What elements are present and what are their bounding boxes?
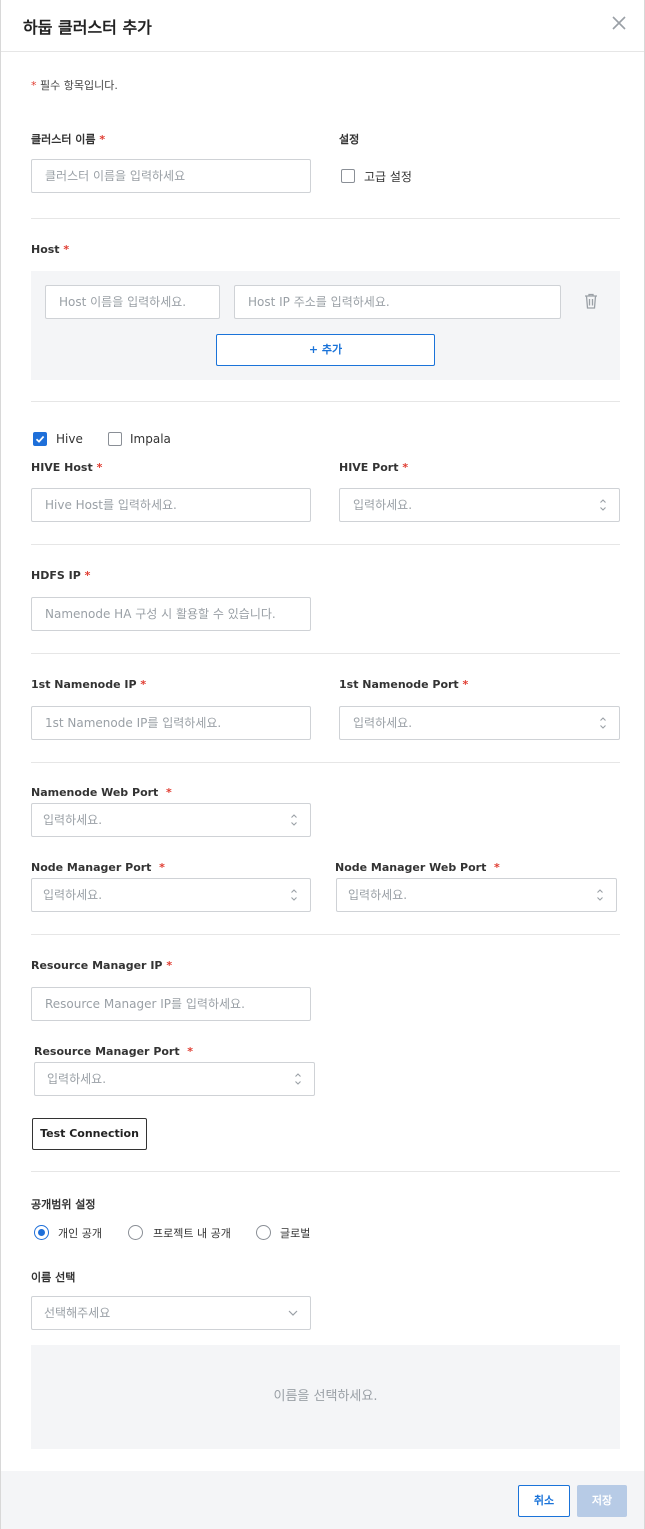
impala-label: Impala [130,432,171,446]
node-manager-web-port-input[interactable]: 입력하세요. [336,878,617,912]
node-manager-port-label: Node Manager Port * [31,861,165,874]
resource-manager-port-input[interactable]: 입력하세요. [34,1062,315,1096]
test-connection-button[interactable]: Test Connection [32,1118,147,1150]
spinner-arrows-icon[interactable] [294,1071,302,1087]
visibility-radio-private[interactable] [34,1225,49,1240]
settings-label: 설정 [339,133,360,146]
name-empty-state: 이름을 선택하세요. [31,1345,620,1449]
namenode-web-port-label: Namenode Web Port * [31,786,172,799]
host-ip-input[interactable]: Host IP 주소를 입력하세요. [234,285,561,319]
save-button[interactable]: 저장 [577,1485,627,1517]
visibility-option-project: 프로젝트 내 공개 [153,1227,231,1240]
divider [31,401,620,402]
hive-label: Hive [56,432,83,446]
name-select-dropdown[interactable]: 선택해주세요 [31,1296,311,1330]
hive-checkbox[interactable] [33,432,47,446]
resource-manager-ip-input[interactable]: Resource Manager IP를 입력하세요. [31,987,311,1021]
visibility-option-global: 글로벌 [280,1227,311,1240]
divider [31,762,620,763]
modal-header: 하둡 클러스터 추가 [1,0,644,52]
visibility-option-private: 개인 공개 [58,1227,102,1240]
chevron-down-icon [288,1310,298,1316]
divider [31,1171,620,1172]
namenode-port-input[interactable]: 입력하세요. [339,706,620,740]
hive-host-label: HIVE Host * [31,461,103,474]
trash-icon[interactable] [584,293,598,309]
impala-checkbox[interactable] [108,432,122,446]
check-icon [35,435,45,443]
required-note: * 필수 항목입니다. [31,79,118,92]
host-label: Host * [31,243,70,256]
visibility-radio-global[interactable] [256,1225,271,1240]
advanced-settings-checkbox[interactable] [341,169,355,183]
node-manager-web-port-label: Node Manager Web Port * [335,861,500,874]
divider [31,544,620,545]
visibility-label: 공개범위 설정 [31,1198,96,1211]
resource-manager-ip-label: Resource Manager IP * [31,959,173,972]
hdfs-ip-label: HDFS IP * [31,569,91,582]
divider [31,653,620,654]
namenode-ip-label: 1st Namenode IP * [31,678,147,691]
spinner-arrows-icon[interactable] [290,887,298,903]
spinner-arrows-icon[interactable] [599,497,607,513]
required-star: * [31,79,40,92]
divider [31,218,620,219]
resource-manager-port-label: Resource Manager Port * [34,1045,194,1058]
advanced-settings-label: 고급 설정 [364,170,412,184]
divider [31,934,620,935]
node-manager-port-input[interactable]: 입력하세요. [31,878,311,912]
modal-title: 하둡 클러스터 추가 [23,18,152,37]
add-host-button[interactable]: + 추가 [216,334,435,366]
cancel-button[interactable]: 취소 [518,1485,570,1517]
add-hadoop-cluster-modal: 하둡 클러스터 추가 * 필수 항목입니다. 클러스터 이름 * 클러스터 이름… [0,0,645,1529]
spinner-arrows-icon[interactable] [599,715,607,731]
hive-port-input[interactable]: 입력하세요. [339,488,620,522]
cluster-name-label: 클러스터 이름 * [31,133,106,146]
cluster-name-input[interactable]: 클러스터 이름을 입력하세요 [31,159,311,193]
hive-host-input[interactable]: Hive Host를 입력하세요. [31,488,311,522]
name-select-label: 이름 선택 [31,1271,76,1284]
visibility-radio-project[interactable] [128,1225,143,1240]
close-icon[interactable] [610,14,628,32]
spinner-arrows-icon[interactable] [596,887,604,903]
hdfs-ip-input[interactable]: Namenode HA 구성 시 활용할 수 있습니다. [31,597,311,631]
spinner-arrows-icon[interactable] [290,812,298,828]
host-name-input[interactable]: Host 이름을 입력하세요. [45,285,220,319]
namenode-ip-input[interactable]: 1st Namenode IP를 입력하세요. [31,706,311,740]
namenode-web-port-input[interactable]: 입력하세요. [31,803,311,837]
namenode-port-label: 1st Namenode Port * [339,678,469,691]
hive-port-label: HIVE Port * [339,461,409,474]
